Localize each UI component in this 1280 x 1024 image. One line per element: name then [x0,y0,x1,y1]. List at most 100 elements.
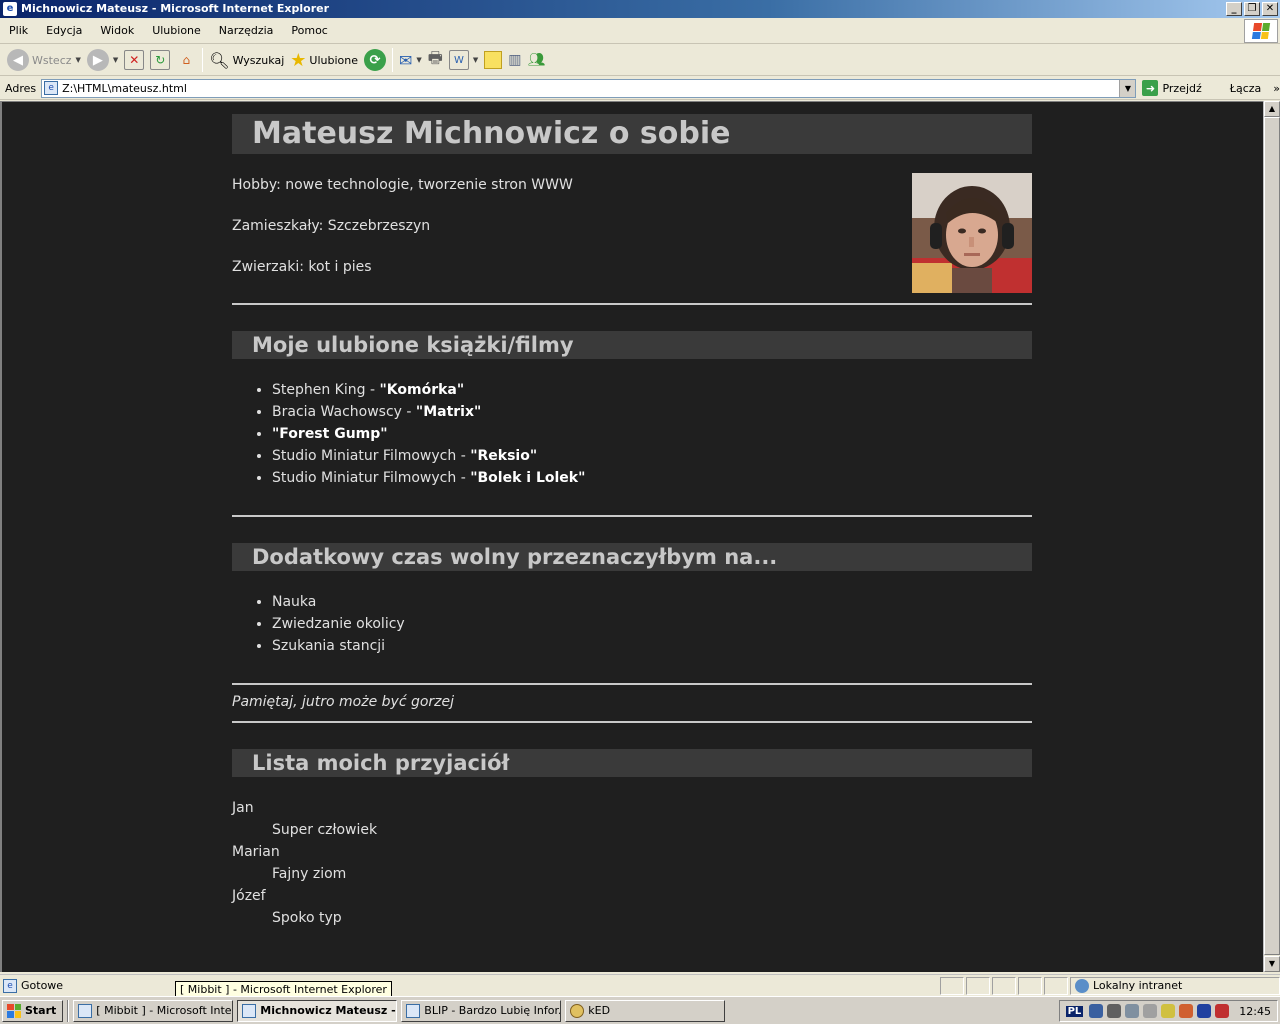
forward-arrow-icon: ▶ [86,49,109,71]
books-icon: ▥ [508,52,522,68]
friend-description: Spoko typ [272,910,342,926]
tray-app-icon[interactable] [1125,1004,1140,1018]
language-indicator[interactable]: PL [1065,1005,1084,1017]
taskbar-item-michnowicz[interactable]: Michnowicz Mateusz -... [237,999,398,1022]
free-time-list: Nauka Zwiedzanie okolicy Szukania stancj… [232,591,1032,657]
taskbar-item-blip[interactable]: BLIP - Bardzo Lubię Infor... [401,999,562,1022]
page-icon: e [44,81,59,95]
research-button[interactable]: ▥ [505,47,524,73]
stop-icon: ✕ [124,50,145,70]
messenger-button[interactable]: 👥︎ [525,47,549,73]
home-icon: ⌂ [182,53,191,67]
system-tray: PL 12:45 [1058,1000,1278,1022]
print-button[interactable]: 🖶 [425,47,446,73]
tray-app-icon[interactable] [1161,1004,1176,1018]
list-item: Studio Miniatur Filmowych - "Bolek i Lol… [272,467,1032,489]
security-shield-icon[interactable] [1215,1004,1230,1018]
list-item: Stephen King - "Komórka" [272,379,1032,401]
address-dropdown-icon[interactable]: ▼ [1119,79,1136,97]
friend-name: Jan [232,800,254,816]
scroll-thumb[interactable] [1264,117,1280,955]
home-button[interactable]: ⌂ [173,47,199,73]
window-controls: _ ❐ ✕ [1226,2,1278,16]
tray-app-icon[interactable] [1179,1004,1194,1018]
mail-button[interactable]: ✉ ▼ [396,47,425,73]
free-time-heading: Dodatkowy czas wolny przeznaczyłbym na..… [232,543,1032,571]
windows-logo-icon [7,1003,21,1018]
stop-button[interactable]: ✕ [121,47,147,73]
mail-icon: ✉ [399,50,413,70]
friend-description: Fajny ziom [272,866,347,882]
forward-dropdown-icon[interactable]: ▼ [113,56,118,64]
refresh-icon: ↻ [150,50,171,70]
scroll-down-icon[interactable]: ▼ [1264,956,1280,972]
edit-button[interactable]: W ▼ [446,47,481,73]
note-icon [484,51,503,69]
menu-view[interactable]: Widok [91,18,143,44]
quote: Pamiętaj, jutro może być gorzej [232,694,455,710]
back-button[interactable]: ◀ Wstecz ▼ [4,47,84,73]
notes-button[interactable] [481,47,505,73]
page-viewport: Mateusz Michnowicz o sobie Hobby: nowe t… [0,101,1263,972]
address-url[interactable]: Z:\HTML\mateusz.html [62,82,1119,95]
close-button[interactable]: ✕ [1262,2,1278,16]
list-item: Nauka [272,591,1032,613]
list-item: Bracia Wachowscy - "Matrix" [272,401,1032,423]
page-done-icon: e [3,978,17,993]
books-heading: Moje ulubione książki/filmy [232,331,1032,359]
list-item: Studio Miniatur Filmowych - "Reksio" [272,445,1032,467]
taskbar-item-ked[interactable]: kED [565,999,726,1022]
toolbar: ◀ Wstecz ▼ ▶ ▼ ✕ ↻ ⌂ 🔍︎ Wyszukaj ★ Ulubi… [0,45,1280,76]
volume-icon[interactable] [1143,1004,1158,1018]
refresh-button[interactable]: ↻ [147,47,173,73]
ie-icon: e [3,2,17,16]
friend-name: Józef [232,888,266,904]
messenger-icon: 👥︎ [527,52,546,68]
title-bar: e Michnowicz Mateusz - Microsoft Interne… [0,0,1280,18]
friend-name: Marian [232,844,280,860]
network-icon[interactable] [1089,1004,1104,1018]
mail-dropdown-icon[interactable]: ▼ [416,56,421,64]
start-button[interactable]: Start [2,999,64,1022]
list-item: Szukania stancji [272,635,1032,657]
links-button[interactable]: Łącza [1230,82,1262,95]
taskbar: Start [ Mibbit ] - Microsoft Inte... Mic… [0,996,1280,1024]
list-item: "Forest Gump" [272,423,1032,445]
menu-bar: Plik Edycja Widok Ulubione Narzędzia Pom… [0,18,1280,44]
divider [232,515,1032,517]
minimize-button[interactable]: _ [1226,2,1242,16]
chevron-right-icon[interactable]: » [1273,82,1280,95]
menu-help[interactable]: Pomoc [282,18,336,44]
tray-app-icon[interactable] [1107,1004,1122,1018]
tray-app-icon[interactable] [1197,1004,1212,1018]
printer-icon: 🖶 [427,47,443,67]
address-field[interactable]: e Z:\HTML\mateusz.html ▼ [41,78,1137,98]
search-icon: 🔍︎ [209,50,230,70]
word-icon: W [448,50,469,70]
edit-dropdown-icon[interactable]: ▼ [473,56,478,64]
star-icon: ★ [290,49,307,71]
taskbar-item-mibbit[interactable]: [ Mibbit ] - Microsoft Inte... [73,999,234,1022]
go-button[interactable]: ➜ Przejdź [1142,80,1202,96]
history-button[interactable]: ⟳ [361,47,389,73]
back-dropdown-icon[interactable]: ▼ [76,56,81,64]
menu-favorites[interactable]: Ulubione [143,18,210,44]
menu-tools[interactable]: Narzędzia [210,18,283,44]
security-zone: Lokalny intranet [1070,976,1280,995]
ie-icon [406,1003,421,1018]
profile-photo [912,173,1032,293]
maximize-button[interactable]: ❐ [1244,2,1260,16]
scroll-up-icon[interactable]: ▲ [1264,101,1280,117]
divider [232,721,1032,723]
ie-icon [78,1003,93,1018]
intranet-icon [1075,978,1089,993]
menu-edit[interactable]: Edycja [37,18,91,44]
friends-heading: Lista moich przyjaciół [232,749,1032,777]
menu-file[interactable]: Plik [0,18,37,44]
search-button[interactable]: 🔍︎ Wyszukaj [206,47,287,73]
history-icon: ⟳ [364,49,386,71]
favorites-button[interactable]: ★ Ulubione [287,47,361,73]
vertical-scrollbar[interactable]: ▲ ▼ [1263,101,1280,972]
divider [232,303,1032,305]
forward-button[interactable]: ▶ ▼ [84,47,121,73]
